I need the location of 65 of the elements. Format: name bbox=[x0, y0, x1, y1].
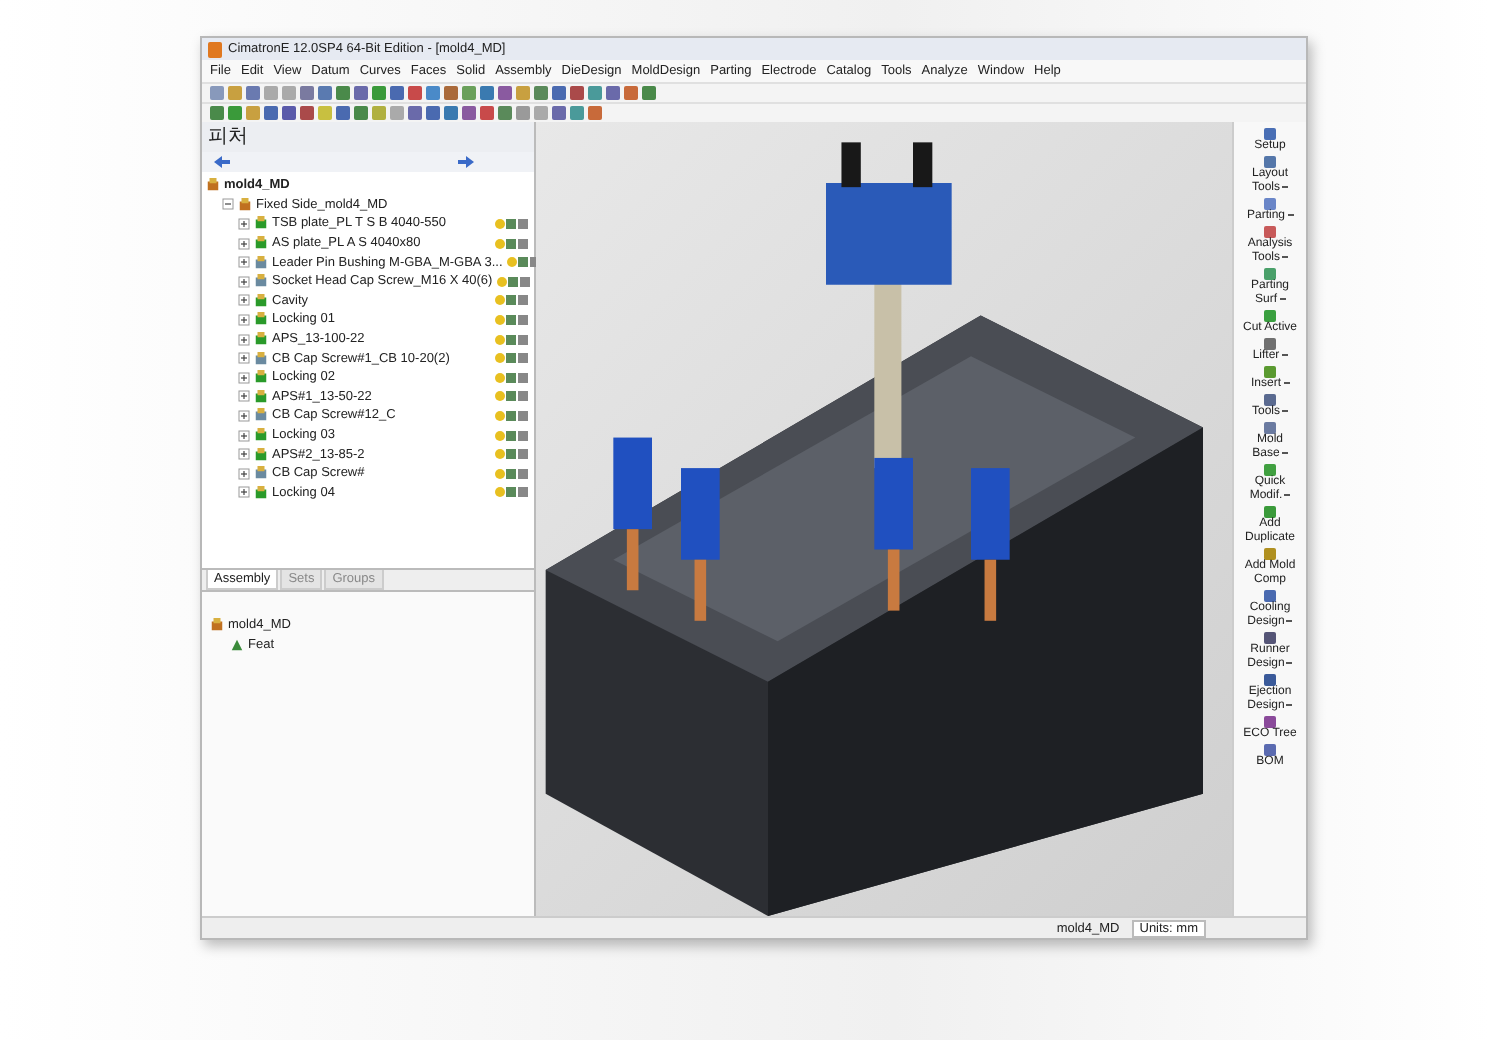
feature-icon bbox=[230, 637, 244, 652]
visibility-status-icon[interactable] bbox=[494, 237, 530, 250]
dropdown-caret-icon[interactable] bbox=[1281, 451, 1288, 454]
visibility-status-icon[interactable] bbox=[494, 294, 530, 307]
part-icon bbox=[254, 389, 268, 404]
part-icon bbox=[254, 293, 268, 308]
visibility-status-icon[interactable] bbox=[494, 429, 530, 442]
expand-icon[interactable] bbox=[238, 256, 250, 269]
app-logo-icon bbox=[208, 41, 222, 57]
part-icon bbox=[254, 485, 268, 500]
dropdown-caret-icon[interactable] bbox=[1286, 661, 1293, 664]
catalog-icon bbox=[254, 408, 268, 423]
expand-icon[interactable] bbox=[238, 237, 250, 250]
catalog-icon bbox=[254, 466, 268, 481]
dropdown-caret-icon[interactable] bbox=[1283, 381, 1289, 384]
visibility-status-icon[interactable] bbox=[494, 409, 530, 422]
visibility-status-icon[interactable] bbox=[494, 371, 530, 384]
part-icon bbox=[254, 236, 268, 251]
expand-icon[interactable] bbox=[238, 409, 250, 422]
visibility-status-icon[interactable] bbox=[494, 486, 530, 499]
dropdown-caret-icon[interactable] bbox=[1282, 185, 1288, 188]
dropdown-caret-icon[interactable] bbox=[1286, 619, 1293, 622]
visibility-status-icon[interactable] bbox=[494, 352, 530, 365]
expand-icon[interactable] bbox=[238, 390, 250, 403]
expand-icon[interactable] bbox=[238, 448, 250, 461]
dropdown-caret-icon[interactable] bbox=[1279, 297, 1285, 300]
part-icon bbox=[254, 332, 268, 347]
visibility-status-icon[interactable] bbox=[494, 313, 530, 326]
part-icon bbox=[254, 216, 268, 231]
expand-icon[interactable] bbox=[238, 313, 250, 326]
assembly-icon bbox=[210, 618, 224, 633]
expand-icon[interactable] bbox=[238, 294, 250, 307]
dropdown-caret-icon[interactable] bbox=[1284, 493, 1291, 496]
expand-icon[interactable] bbox=[238, 429, 250, 442]
assembly-icon bbox=[206, 178, 220, 193]
dropdown-caret-icon[interactable] bbox=[1287, 213, 1293, 216]
assembly-icon bbox=[238, 197, 252, 212]
visibility-status-icon[interactable] bbox=[494, 467, 530, 480]
forward-arrow-icon[interactable] bbox=[458, 156, 474, 168]
expand-icon[interactable] bbox=[238, 217, 250, 230]
expand-icon[interactable] bbox=[238, 467, 250, 480]
dropdown-caret-icon[interactable] bbox=[1282, 255, 1288, 258]
collapse-icon[interactable] bbox=[222, 198, 234, 211]
dropdown-caret-icon[interactable] bbox=[1281, 353, 1288, 356]
back-arrow-icon[interactable] bbox=[214, 156, 230, 168]
expand-icon[interactable] bbox=[238, 486, 250, 499]
dropdown-caret-icon[interactable] bbox=[1286, 703, 1293, 706]
dropdown-caret-icon[interactable] bbox=[1282, 409, 1288, 412]
part-icon bbox=[254, 447, 268, 462]
part-icon bbox=[254, 312, 268, 327]
visibility-status-icon[interactable] bbox=[496, 275, 533, 288]
catalog-icon bbox=[254, 255, 268, 270]
expand-icon[interactable] bbox=[238, 333, 250, 346]
expand-icon[interactable] bbox=[238, 371, 250, 384]
visibility-status-icon[interactable] bbox=[494, 217, 530, 230]
expand-icon[interactable] bbox=[238, 352, 250, 365]
catalog-icon bbox=[254, 274, 268, 289]
expand-icon[interactable] bbox=[238, 275, 250, 288]
visibility-status-icon[interactable] bbox=[494, 390, 530, 403]
part-icon bbox=[254, 428, 268, 443]
visibility-status-icon[interactable] bbox=[494, 448, 530, 461]
catalog-icon bbox=[254, 351, 268, 366]
visibility-status-icon[interactable] bbox=[494, 333, 530, 346]
panel-title: 피처 bbox=[208, 126, 248, 148]
part-icon bbox=[254, 370, 268, 385]
